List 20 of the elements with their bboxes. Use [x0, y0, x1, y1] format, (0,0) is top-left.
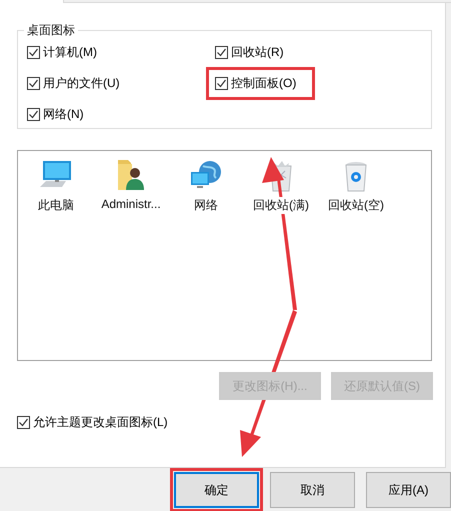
checkbox[interactable]: 网络(N) — [27, 106, 84, 123]
dialog-button[interactable]: 取消 — [270, 472, 355, 508]
checkbox-label: 计算机(M) — [43, 45, 97, 60]
group-title: 桌面图标 — [24, 22, 78, 39]
checkbox[interactable]: 计算机(M) — [27, 44, 97, 61]
checkbox[interactable]: 控制面板(O) — [215, 75, 296, 92]
user-folder-icon — [115, 158, 147, 192]
checkbox-label: 控制面板(O) — [231, 76, 296, 91]
dialog-button[interactable]: 确定 — [174, 472, 259, 508]
checkbox-label: 用户的文件(U) — [43, 76, 120, 91]
checkbox[interactable]: 允许主题更改桌面图标(L) — [17, 414, 168, 431]
checkbox-label: 允许主题更改桌面图标(L) — [33, 415, 168, 430]
checkbox-label: 回收站(R) — [231, 45, 284, 60]
checkbox[interactable]: 用户的文件(U) — [27, 75, 120, 92]
icon-label[interactable]: 回收站(满) — [253, 197, 309, 214]
icon-label[interactable]: Administr... — [101, 197, 161, 211]
checkbox[interactable]: 回收站(R) — [215, 44, 284, 61]
checkbox-label: 网络(N) — [43, 107, 84, 122]
dialog-button[interactable]: 应用(A) — [366, 472, 451, 508]
icon-label[interactable]: 回收站(空) — [328, 197, 384, 214]
